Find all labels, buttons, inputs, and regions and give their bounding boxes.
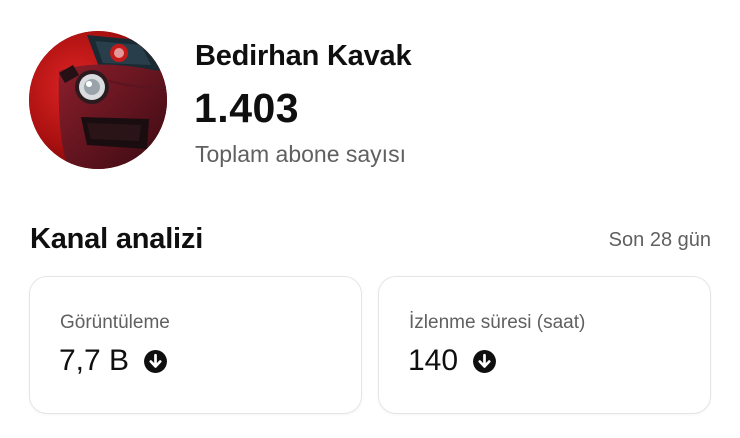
car-avatar-image [29, 31, 167, 169]
watch-time-value: 140 [408, 344, 459, 377]
analytics-period: Son 28 gün [608, 229, 711, 251]
subscriber-count: 1.403 [194, 85, 300, 131]
views-label: Görüntüleme [60, 312, 170, 333]
channel-name: Bedirhan Kavak [195, 40, 412, 72]
channel-avatar[interactable] [29, 31, 167, 169]
arrow-down-circle-icon [143, 349, 168, 374]
watch-time-value-row: 140 [408, 344, 497, 378]
watch-time-metric-card[interactable]: İzlenme süresi (saat) 140 [378, 276, 711, 414]
channel-overview: Bedirhan Kavak 1.403 Toplam abone sayısı… [0, 0, 740, 438]
views-metric-card[interactable]: Görüntüleme 7,7 B [29, 276, 362, 414]
subscriber-label: Toplam abone sayısı [195, 141, 406, 167]
arrow-down-circle-icon [472, 349, 497, 374]
watch-time-label: İzlenme süresi (saat) [409, 312, 586, 333]
analytics-section-title: Kanal analizi [30, 223, 204, 255]
views-value: 7,7 B [59, 344, 130, 377]
views-value-row: 7,7 B [59, 344, 168, 378]
